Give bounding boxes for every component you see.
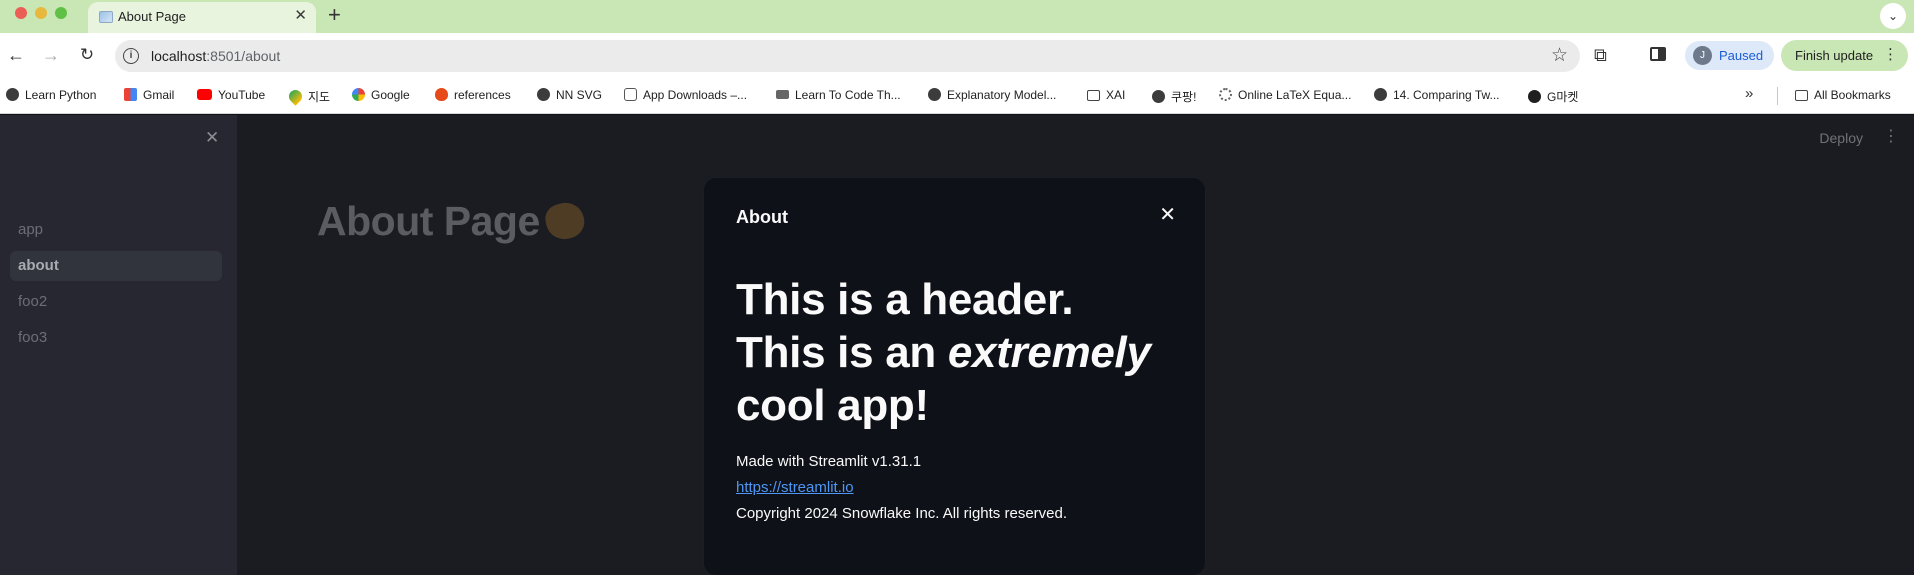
back-icon[interactable]: ← [4, 43, 28, 67]
browser-tab-strip: About Page ✕ + ⌄ [0, 0, 1914, 33]
dialog-title: About [736, 207, 788, 227]
maximize-window-button[interactable] [55, 7, 67, 19]
profile-status: Paused [1719, 48, 1764, 63]
bookmark-gmarket[interactable]: G마켓 [1528, 88, 1578, 104]
main-menu-icon[interactable]: ⋮ [1883, 126, 1899, 146]
bookmarks-bar: Learn Python Gmail YouTube 지도 Google ref… [0, 78, 1914, 114]
new-tab-button[interactable]: + [328, 2, 341, 28]
waving-hand-icon [541, 198, 588, 244]
bookmark-star-icon[interactable]: ☆ [1551, 44, 1568, 67]
app-icon [624, 88, 637, 101]
sidebar-item-about[interactable]: about [10, 251, 222, 281]
all-bookmarks-folder[interactable]: All Bookmarks [1795, 88, 1891, 104]
avatar: J [1693, 46, 1712, 65]
side-panel-icon[interactable] [1650, 47, 1666, 61]
profile-button[interactable]: J Paused [1685, 41, 1774, 70]
dialog-header: This is a header. This is an extremely c… [736, 275, 1151, 430]
bookmark-comparing[interactable]: 14. Comparing Tw... [1374, 88, 1500, 104]
finish-update-button[interactable]: Finish update ⋮ [1781, 40, 1908, 71]
about-dialog: About ✕ This is a header. This is an ext… [704, 178, 1205, 575]
globe-icon [1374, 88, 1387, 101]
gear-icon [1219, 88, 1232, 101]
copyright-text: Copyright 2024 Snowflake Inc. All rights… [736, 505, 1068, 522]
bookmark-maps[interactable]: 지도 [286, 87, 330, 106]
url-text[interactable]: localhost:8501/about [151, 48, 280, 64]
sidebar-item-app[interactable]: app [10, 215, 222, 245]
sidebar-item-foo2[interactable]: foo2 [10, 287, 222, 317]
close-window-button[interactable] [15, 7, 27, 19]
cap-icon [776, 90, 789, 99]
tab-title: About Page [118, 9, 186, 24]
maps-icon [286, 87, 305, 106]
flame-icon [435, 88, 448, 101]
bookmark-online-latex[interactable]: Online LaTeX Equa... [1219, 88, 1351, 104]
bookmark-learn-python[interactable]: Learn Python [6, 88, 96, 104]
google-icon [352, 88, 365, 101]
streamlit-link[interactable]: https://streamlit.io [736, 479, 854, 496]
sidebar: ✕ app about foo2 foo3 [0, 115, 237, 575]
tab-search-button[interactable]: ⌄ [1880, 3, 1906, 29]
globe-icon [928, 88, 941, 101]
folder-icon [1087, 90, 1100, 101]
deploy-button[interactable]: Deploy [1819, 130, 1863, 146]
bookmarks-divider [1777, 87, 1778, 105]
bookmark-app-downloads[interactable]: App Downloads –... [624, 88, 747, 104]
bookmark-google[interactable]: Google [352, 88, 410, 104]
globe-icon [537, 88, 550, 101]
page-title: About Page [317, 198, 588, 245]
gmarket-icon [1528, 90, 1541, 103]
youtube-icon [197, 89, 212, 100]
bookmark-coupang[interactable]: 쿠팡! [1152, 88, 1196, 104]
extensions-icon[interactable]: ⧉ [1594, 45, 1607, 66]
bookmark-gmail[interactable]: Gmail [124, 88, 174, 104]
bookmark-references[interactable]: references [435, 88, 511, 104]
browser-tab[interactable]: About Page ✕ [88, 2, 316, 33]
bookmark-xai-folder[interactable]: XAI [1087, 88, 1125, 104]
browser-toolbar: ← → ↻ i localhost:8501/about ☆ ⧉ J Pause… [0, 33, 1914, 78]
address-bar[interactable]: i localhost:8501/about ☆ [115, 40, 1580, 72]
gmail-icon [124, 88, 137, 101]
globe-icon [1152, 90, 1165, 103]
close-sidebar-icon[interactable]: ✕ [205, 128, 219, 148]
minimize-window-button[interactable] [35, 7, 47, 19]
forward-icon[interactable]: → [39, 43, 63, 67]
more-bookmarks-icon[interactable]: » [1745, 85, 1753, 102]
tab-close-icon[interactable]: ✕ [294, 7, 307, 25]
bookmark-nn-svg[interactable]: NN SVG [537, 88, 602, 104]
streamlit-app: ✕ app about foo2 foo3 Deploy ⋮ About Pag… [0, 115, 1914, 575]
globe-icon [6, 88, 19, 101]
reload-icon[interactable]: ↻ [75, 43, 99, 67]
page-favicon-icon [99, 11, 113, 23]
made-with-text: Made with Streamlit v1.31.1 [736, 453, 922, 470]
site-info-icon[interactable]: i [123, 48, 139, 64]
finish-update-label: Finish update [1795, 48, 1874, 63]
dialog-close-icon[interactable]: ✕ [1159, 205, 1176, 225]
bookmark-youtube[interactable]: YouTube [197, 88, 265, 104]
sidebar-item-foo3[interactable]: foo3 [10, 323, 222, 353]
folder-icon [1795, 90, 1808, 101]
browser-menu-icon[interactable]: ⋮ [1883, 45, 1898, 63]
bookmark-learn-to-code[interactable]: Learn To Code Th... [776, 88, 901, 104]
bookmark-explanatory-model[interactable]: Explanatory Model... [928, 88, 1056, 104]
